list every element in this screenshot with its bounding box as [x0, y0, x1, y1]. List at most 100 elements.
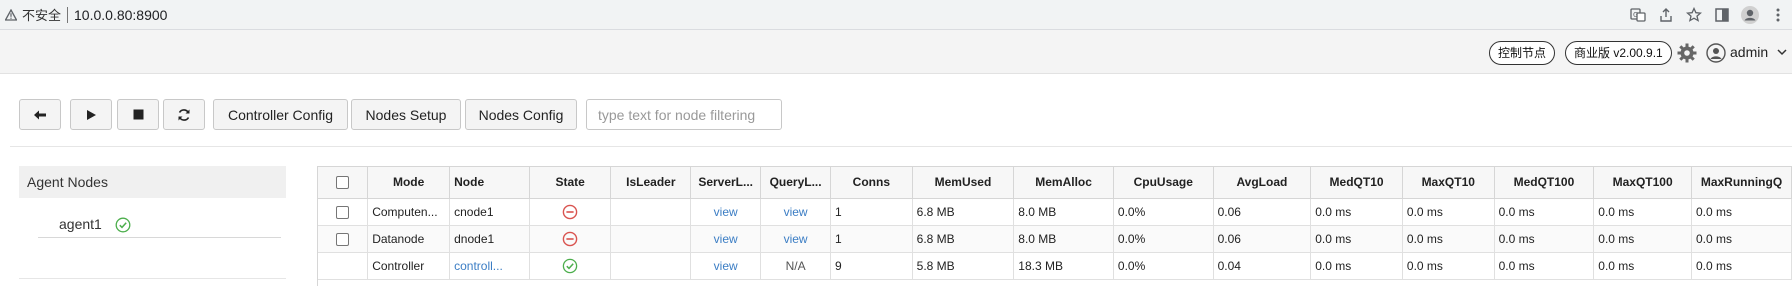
stopped-icon	[562, 231, 578, 246]
column-header[interactable]: MemAlloc	[1013, 167, 1114, 199]
start-button[interactable]	[70, 99, 112, 130]
row-select-cell[interactable]	[318, 198, 369, 226]
running-check-icon	[562, 258, 578, 273]
nodes-setup-button[interactable]: Nodes Setup	[351, 99, 461, 130]
agent-nodes-title: Agent Nodes	[19, 166, 286, 198]
column-header[interactable]: MaxQT10	[1402, 167, 1495, 199]
bookmark-star-icon[interactable]	[1680, 1, 1708, 29]
avg-load-cell: 0.04	[1213, 252, 1312, 280]
gear-icon[interactable]	[1676, 42, 1698, 64]
mode-cell: Computen...	[367, 198, 451, 226]
med-qt100-cell: 0.0 ms	[1494, 252, 1595, 280]
column-header[interactable]: MaxRunningQ	[1691, 167, 1792, 199]
column-header[interactable]: MedQT10	[1310, 167, 1403, 199]
nodes-table: Mode Node State IsLeader ServerL... Quer…	[317, 166, 1792, 286]
avg-load-cell: 0.06	[1213, 225, 1312, 253]
share-icon[interactable]	[1652, 1, 1680, 29]
node-cell: cnode1	[449, 198, 530, 226]
server-log-link[interactable]: view	[690, 225, 762, 253]
avg-load-cell: 0.06	[1213, 198, 1312, 226]
mem-used-cell: 5.8 MB	[912, 252, 1015, 280]
column-header[interactable]: Mode	[367, 167, 451, 199]
chevron-down-icon[interactable]	[1776, 46, 1788, 58]
edition-badge[interactable]: 商业版 v2.00.9.1	[1565, 41, 1672, 65]
node-cell: dnode1	[449, 225, 530, 253]
profile-icon[interactable]	[1736, 1, 1764, 29]
cpu-usage-cell: 0.0%	[1113, 198, 1214, 226]
max-qt100-cell: 0.0 ms	[1593, 252, 1692, 280]
med-qt10-cell: 0.0 ms	[1310, 198, 1403, 226]
refresh-button[interactable]	[163, 99, 205, 130]
conns-cell: 1	[830, 198, 913, 226]
column-header[interactable]: QueryL...	[760, 167, 832, 199]
node-filter-input[interactable]	[586, 99, 782, 130]
med-qt100-cell: 0.0 ms	[1494, 225, 1595, 253]
row-select-cell[interactable]	[318, 225, 369, 253]
mem-alloc-cell: 8.0 MB	[1013, 225, 1114, 253]
column-header[interactable]: State	[529, 167, 612, 199]
back-button[interactable]	[19, 99, 61, 130]
column-header[interactable]: ServerL...	[690, 167, 762, 199]
is-leader-cell	[610, 198, 692, 226]
mem-used-cell: 6.8 MB	[912, 225, 1015, 253]
max-running-q-cell: 0.0 ms	[1691, 198, 1792, 226]
browser-address-bar: 不安全 10.0.0.80:8900 G	[0, 0, 1792, 30]
table-row[interactable]: Controller controll... view N/A 9 5.8 MB…	[318, 252, 1792, 280]
mode-cell: Datanode	[367, 225, 451, 253]
row-checkbox[interactable]	[336, 232, 350, 246]
select-all-checkbox[interactable]	[336, 176, 350, 190]
control-node-button[interactable]: 控制节点	[1489, 41, 1556, 65]
row-select-cell	[318, 252, 369, 280]
play-icon	[87, 109, 96, 120]
query-log-link[interactable]: view	[760, 198, 832, 226]
column-header[interactable]: MemUsed	[912, 167, 1015, 199]
table-row[interactable]: Datanode dnode1 view view 1 6.8 MB 8.0 M…	[318, 225, 1792, 253]
column-header[interactable]: IsLeader	[610, 167, 692, 199]
translate-icon[interactable]: G	[1624, 1, 1652, 29]
cpu-usage-cell: 0.0%	[1113, 225, 1214, 253]
conns-cell: 9	[830, 252, 913, 280]
server-log-link[interactable]: view	[690, 198, 762, 226]
agent-list-item[interactable]: agent1	[38, 212, 281, 238]
query-log-link[interactable]: view	[760, 225, 832, 253]
stop-icon	[133, 109, 143, 120]
table-row[interactable]: Computen... cnode1 view view 1 6.8 MB 8.…	[318, 198, 1792, 226]
agent-name: agent1	[59, 216, 102, 232]
user-avatar-icon[interactable]	[1706, 43, 1726, 63]
med-qt10-cell: 0.0 ms	[1310, 252, 1403, 280]
column-header[interactable]: MaxQT100	[1593, 167, 1692, 199]
row-checkbox[interactable]	[336, 205, 350, 219]
url-text[interactable]: 10.0.0.80:8900	[74, 7, 167, 23]
app-header: 控制节点 商业版 v2.00.9.1 admin	[0, 30, 1792, 74]
controller-config-button[interactable]: Controller Config	[213, 99, 348, 130]
check-circle-icon	[115, 217, 131, 233]
refresh-icon	[178, 108, 190, 121]
max-running-q-cell: 0.0 ms	[1691, 225, 1792, 253]
is-leader-cell	[610, 252, 692, 280]
warning-icon	[5, 8, 17, 21]
node-link[interactable]: controll...	[449, 252, 530, 280]
column-header[interactable]: Node	[449, 167, 530, 199]
is-leader-cell	[610, 225, 692, 253]
max-qt10-cell: 0.0 ms	[1402, 225, 1495, 253]
server-log-link[interactable]: view	[690, 252, 762, 280]
query-log-cell: N/A	[760, 252, 832, 280]
username-label[interactable]: admin	[1730, 44, 1768, 60]
mem-alloc-cell: 18.3 MB	[1013, 252, 1114, 280]
select-all-header[interactable]	[318, 167, 369, 199]
column-header[interactable]: AvgLoad	[1213, 167, 1312, 199]
state-cell	[529, 198, 612, 226]
stop-button[interactable]	[117, 99, 159, 130]
conns-cell: 1	[830, 225, 913, 253]
nodes-config-button[interactable]: Nodes Config	[465, 99, 577, 130]
toolbar: Controller Config Nodes Setup Nodes Conf…	[0, 74, 1792, 148]
max-qt100-cell: 0.0 ms	[1593, 198, 1692, 226]
max-running-q-cell: 0.0 ms	[1691, 252, 1792, 280]
table-header-row: Mode Node State IsLeader ServerL... Quer…	[318, 167, 1792, 199]
column-header[interactable]: CpuUsage	[1113, 167, 1214, 199]
column-header[interactable]: MedQT100	[1494, 167, 1595, 199]
side-panel-icon[interactable]	[1708, 1, 1736, 29]
column-header[interactable]: Conns	[830, 167, 913, 199]
more-menu-icon[interactable]	[1764, 1, 1792, 29]
max-qt100-cell: 0.0 ms	[1593, 225, 1692, 253]
